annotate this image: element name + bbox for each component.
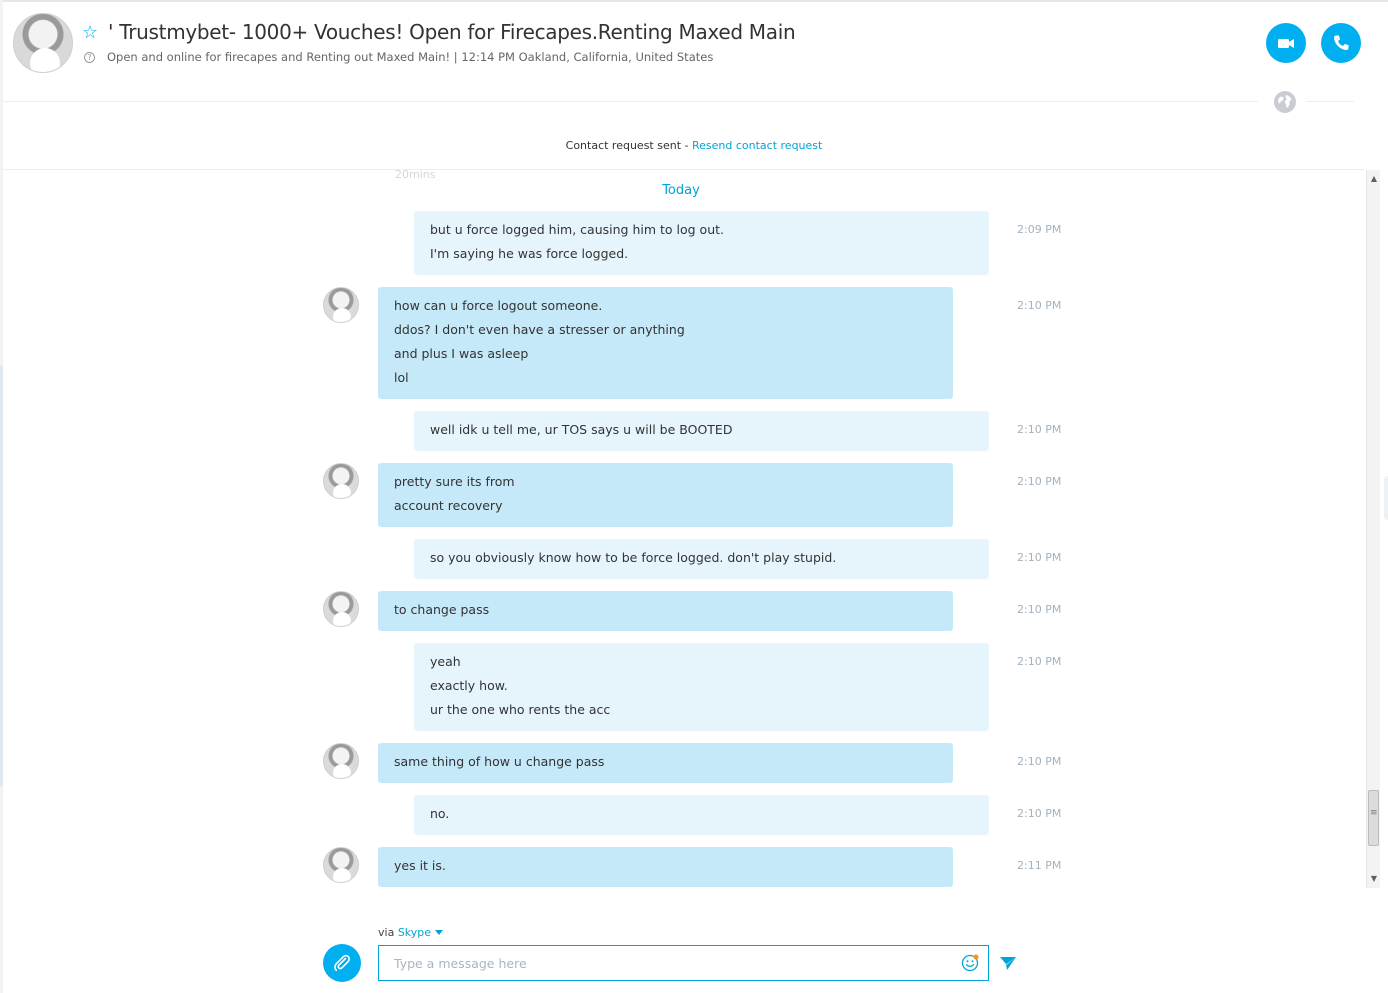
resend-contact-request-link[interactable]: Resend contact request <box>692 139 822 152</box>
contact-mood-message: Open and online for firecapes and Rentin… <box>107 50 714 64</box>
message-text-line: to change pass <box>394 602 490 617</box>
incoming-message[interactable]: how can u force logout someone. ddos? I d… <box>378 287 953 399</box>
voice-call-button[interactable] <box>1321 23 1361 63</box>
header-divider <box>3 101 1258 102</box>
incoming-message[interactable]: same thing of how u change pass <box>378 743 953 783</box>
message-text-line: how can u force logout someone. <box>394 298 603 313</box>
message-timestamp: 2:10 PM <box>1017 755 1062 768</box>
message-text-line: and plus I was asleep <box>394 346 529 361</box>
contact-title: ' Trustmybet- 1000+ Vouches! Open for Fi… <box>108 20 796 44</box>
message-text-line: pretty sure its from <box>394 474 515 489</box>
message-text-line: but u force logged him, causing him to l… <box>430 222 724 237</box>
outgoing-message[interactable]: well idk u tell me, ur TOS says u will b… <box>414 411 989 451</box>
question-circle-icon: ? <box>84 52 95 63</box>
chevron-down-icon[interactable] <box>435 930 444 935</box>
video-camera-icon <box>1278 39 1294 48</box>
send-icon[interactable] <box>998 953 1018 973</box>
message-text-line: same thing of how u change pass <box>394 754 605 769</box>
message-history[interactable]: 20mins Today but u force logged him, cau… <box>3 170 1365 888</box>
message-text-line: I'm saying he was force logged. <box>430 246 629 261</box>
sender-avatar[interactable] <box>323 463 359 499</box>
star-icon[interactable]: ☆ <box>82 22 98 43</box>
message-text-line: so you obviously know how to be force lo… <box>430 550 837 565</box>
via-service-name[interactable]: Skype <box>398 926 431 939</box>
message-text-line: account recovery <box>394 498 503 513</box>
attach-button[interactable] <box>323 944 361 982</box>
conversation-scrollbar[interactable]: ▲ ▼ <box>1366 170 1380 888</box>
sender-avatar[interactable] <box>323 847 359 883</box>
scroll-up-arrow-icon[interactable]: ▲ <box>1367 172 1381 186</box>
message-timestamp: 2:09 PM <box>1017 223 1062 236</box>
contact-avatar[interactable] <box>13 13 73 73</box>
conversation-header: ☆ ' Trustmybet- 1000+ Vouches! Open for … <box>3 2 1383 102</box>
message-text-line: yeah <box>430 654 461 669</box>
scroll-down-arrow-icon[interactable]: ▼ <box>1367 872 1381 886</box>
outgoing-message[interactable]: but u force logged him, causing him to l… <box>414 211 989 275</box>
sender-avatar[interactable] <box>323 287 359 323</box>
via-label: via <box>378 926 398 939</box>
sender-avatar[interactable] <box>323 591 359 627</box>
paperclip-icon <box>334 954 351 972</box>
globe-icon[interactable] <box>1274 91 1296 113</box>
date-divider-label: Today <box>662 183 700 198</box>
outgoing-message[interactable]: no. <box>414 795 989 835</box>
sender-avatar[interactable] <box>323 743 359 779</box>
date-divider: Today <box>3 183 1365 198</box>
incoming-message[interactable]: pretty sure its from account recovery <box>378 463 953 527</box>
message-timestamp: 2:10 PM <box>1017 299 1062 312</box>
message-timestamp: 2:10 PM <box>1017 551 1062 564</box>
via-service-selector[interactable]: via Skype <box>378 926 444 939</box>
faded-timestamp: 20mins <box>395 170 436 181</box>
message-timestamp: 2:10 PM <box>1017 603 1062 616</box>
phone-icon <box>1334 35 1349 50</box>
incoming-message[interactable]: to change pass <box>378 591 953 631</box>
contact-request-notice: Contact request sent - Resend contact re… <box>0 139 1388 152</box>
message-text-line: exactly how. <box>430 678 508 693</box>
video-call-button[interactable] <box>1266 23 1306 63</box>
emoticon-icon[interactable] <box>961 954 979 972</box>
message-timestamp: 2:10 PM <box>1017 423 1062 436</box>
message-text-line: yes it is. <box>394 858 446 873</box>
incoming-message[interactable]: yes it is. <box>378 847 953 887</box>
contact-request-text: Contact request sent - <box>565 139 692 152</box>
message-timestamp: 2:10 PM <box>1017 475 1062 488</box>
scroll-thumb[interactable] <box>1368 790 1379 846</box>
message-input[interactable] <box>378 945 989 981</box>
message-text-line: ddos? I don't even have a stresser or an… <box>394 322 685 337</box>
message-timestamp: 2:10 PM <box>1017 807 1062 820</box>
message-text-line: well idk u tell me, ur TOS says u will b… <box>430 422 733 437</box>
message-timestamp: 2:11 PM <box>1017 859 1062 872</box>
header-divider-right <box>1306 101 1354 102</box>
message-timestamp: 2:10 PM <box>1017 655 1062 668</box>
message-text-line: lol <box>394 370 409 385</box>
message-text-line: no. <box>430 806 450 821</box>
message-text-line: ur the one who rents the acc <box>430 702 611 717</box>
outgoing-message[interactable]: so you obviously know how to be force lo… <box>414 539 989 579</box>
outgoing-message[interactable]: yeah exactly how. ur the one who rents the… <box>414 643 989 731</box>
side-panel-handle[interactable] <box>1384 476 1388 520</box>
